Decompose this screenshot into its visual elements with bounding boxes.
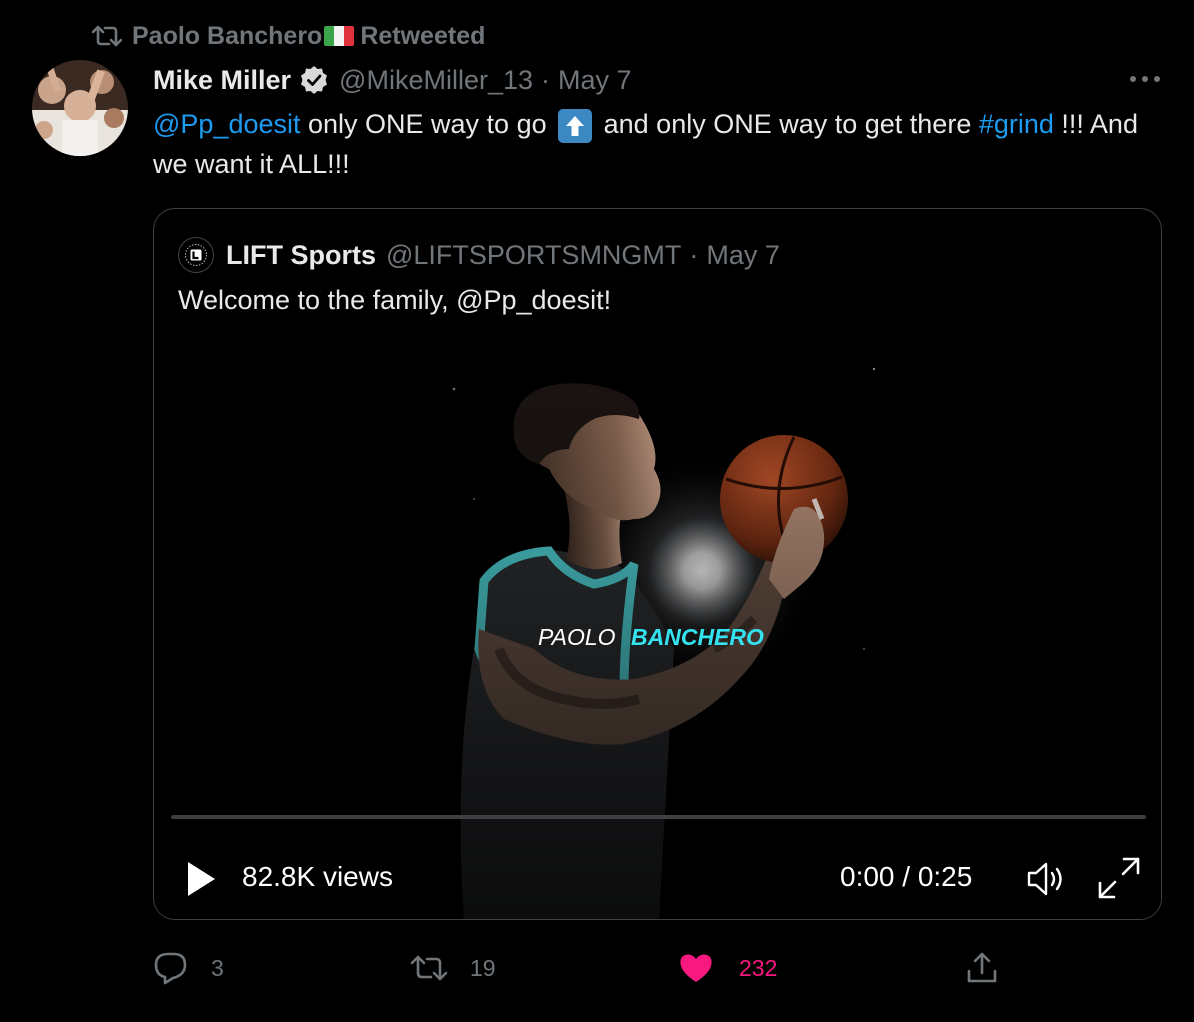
video-time: 0:00 / 0:25: [840, 861, 973, 892]
video-overlay-last-name: BANCHERO: [631, 624, 764, 650]
quote-author-handle[interactable]: @LIFTSPORTSMNGMT: [386, 240, 681, 271]
retweet-icon: [410, 955, 448, 981]
play-icon[interactable]: [180, 857, 220, 901]
quote-author-avatar[interactable]: [178, 237, 214, 273]
tweet-text-part: only ONE way to go: [300, 109, 555, 139]
retweet-context: Paolo Banchero Retweeted: [92, 20, 485, 52]
dot-separator: ·: [689, 239, 699, 270]
volume-icon[interactable]: [1025, 859, 1069, 899]
heart-filled-icon: [680, 954, 712, 982]
share-icon: [967, 952, 997, 983]
fullscreen-icon[interactable]: [1096, 855, 1142, 901]
retweet-icon: [92, 20, 132, 52]
mention-link[interactable]: @Pp_doesit: [153, 109, 301, 139]
retweeted-label: Retweeted: [360, 21, 486, 50]
tweet-text-part: and only ONE way to get there: [596, 109, 979, 139]
quote-author-name[interactable]: LIFT Sports: [226, 240, 376, 271]
quote-text: Welcome to the family, @Pp_doesit!: [178, 285, 612, 315]
quote-tweet-card[interactable]: LIFT Sports @LIFTSPORTSMNGMT · May 7 Wel…: [153, 208, 1162, 920]
reply-icon: [154, 952, 187, 985]
video-frame: PAOLO BANCHERO: [154, 349, 1161, 919]
like-count: 232: [739, 954, 778, 981]
reply-button[interactable]: 3: [153, 944, 224, 992]
like-button[interactable]: 232: [679, 944, 777, 992]
quote-date[interactable]: May 7: [706, 240, 780, 271]
video-overlay-first-name: PAOLO: [538, 624, 616, 650]
dot-separator: ·: [541, 64, 551, 95]
tweet-date[interactable]: May 7: [558, 65, 632, 96]
tweet-header: Mike Miller @MikeMiller_13 · May 7: [153, 62, 632, 98]
video-player[interactable]: PAOLO BANCHERO 82.8K views 0:00 / 0:25: [154, 349, 1161, 919]
reply-count: 3: [211, 954, 224, 981]
up-arrow-emoji-icon: [558, 109, 593, 143]
action-bar: 3 19 232: [153, 944, 1053, 992]
more-options-icon[interactable]: [1128, 66, 1162, 92]
retweet-count: 19: [470, 954, 496, 981]
italy-flag-icon: [324, 26, 355, 46]
share-button[interactable]: [965, 944, 1021, 992]
hashtag-link[interactable]: #grind: [979, 109, 1054, 139]
retweet-button[interactable]: 19: [410, 944, 496, 992]
retweeter-name[interactable]: Paolo Banchero: [132, 22, 322, 51]
video-views: 82.8K views: [242, 861, 393, 892]
author-avatar[interactable]: [32, 60, 128, 156]
author-handle[interactable]: @MikeMiller_13: [339, 65, 533, 96]
tweet-text: @Pp_doesit only ONE way to go and only O…: [153, 104, 1153, 184]
author-name[interactable]: Mike Miller: [153, 65, 291, 96]
verified-badge-icon: [299, 65, 329, 95]
video-progress-bar[interactable]: [171, 815, 1146, 819]
quote-header: LIFT Sports @LIFTSPORTSMNGMT · May 7: [178, 237, 780, 273]
